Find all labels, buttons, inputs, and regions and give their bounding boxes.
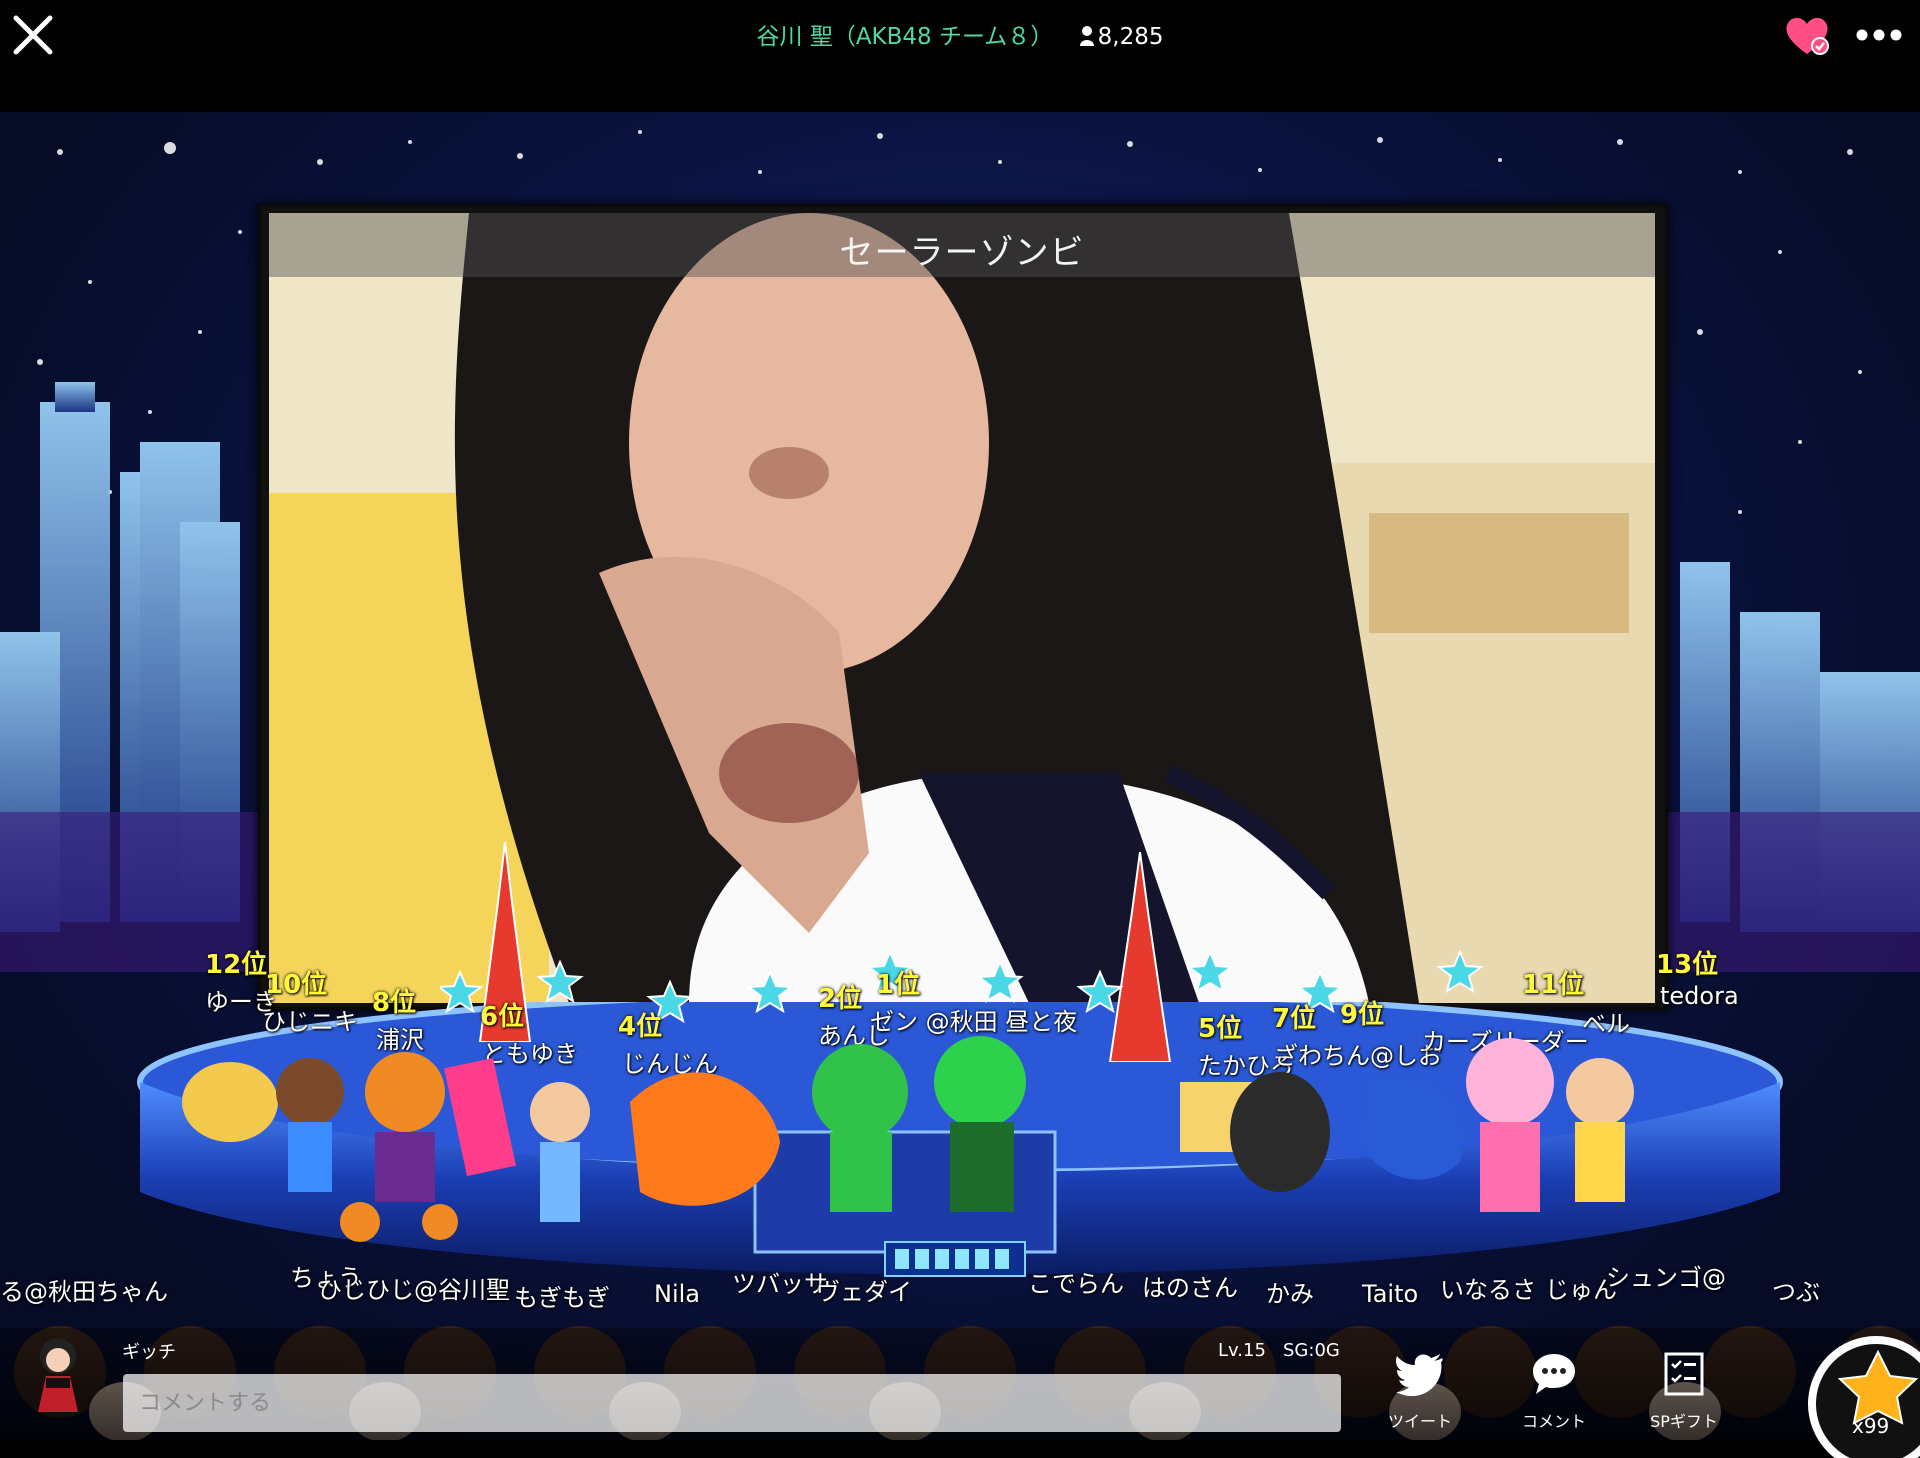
user-name: ギッチ xyxy=(122,1342,176,1363)
viewer-count: 8,285 xyxy=(1079,24,1164,50)
rank-label: 2位 xyxy=(818,984,863,1014)
tweet-button[interactable]: ツイート xyxy=(1372,1352,1468,1432)
rank-label: 13位 xyxy=(1656,950,1719,980)
user-avatar[interactable] xyxy=(26,1334,90,1412)
more-options-icon[interactable] xyxy=(1855,28,1903,42)
audience-name[interactable]: シュンゴ@ xyxy=(1606,1258,1726,1293)
gift-list-icon xyxy=(1664,1352,1704,1396)
rank-label: 12位 xyxy=(205,950,268,980)
rank-label: 11位 xyxy=(1522,970,1585,1000)
tweet-label: ツイート xyxy=(1387,1412,1452,1431)
sp-gift-label: SPギフト xyxy=(1650,1412,1718,1431)
streamer-name: 谷川 聖（AKB48 チーム８） xyxy=(756,24,1054,50)
viewer-count-value: 8,285 xyxy=(1097,24,1164,50)
twitter-bird-icon xyxy=(1396,1354,1443,1396)
comment-button[interactable]: コメント xyxy=(1506,1352,1602,1432)
rank-label: 8位 xyxy=(372,988,417,1018)
person-icon xyxy=(1079,26,1094,46)
avatar-characters xyxy=(182,1036,1634,1242)
top-bar: 谷川 聖（AKB48 チーム８） 8,285 xyxy=(0,0,1920,112)
ranker-name[interactable]: tedora xyxy=(1660,982,1739,1010)
rank-label: 1位 xyxy=(876,970,921,1000)
sp-gift-button[interactable]: SPギフト xyxy=(1636,1352,1732,1432)
comment-input[interactable] xyxy=(123,1374,1341,1432)
stream-header: 谷川 聖（AKB48 チーム８） 8,285 xyxy=(0,20,1920,54)
favorite-heart-icon[interactable] xyxy=(1782,12,1832,58)
live-room-stage: セーラーゾンビ 12位 ゆーき 10位 ひじニキ 8位 浦沢 6位 ともゆき 4… xyxy=(0,112,1920,1440)
comment-label: コメント xyxy=(1521,1412,1586,1431)
star-count: x99 xyxy=(1852,1414,1890,1438)
user-level: Lv.15 xyxy=(1218,1340,1266,1361)
rank-label: 10位 xyxy=(265,970,328,1000)
user-sg: SG:0G xyxy=(1283,1340,1340,1361)
video-caption: セーラーゾンビ xyxy=(839,233,1085,273)
speech-bubble-icon xyxy=(1533,1354,1575,1394)
